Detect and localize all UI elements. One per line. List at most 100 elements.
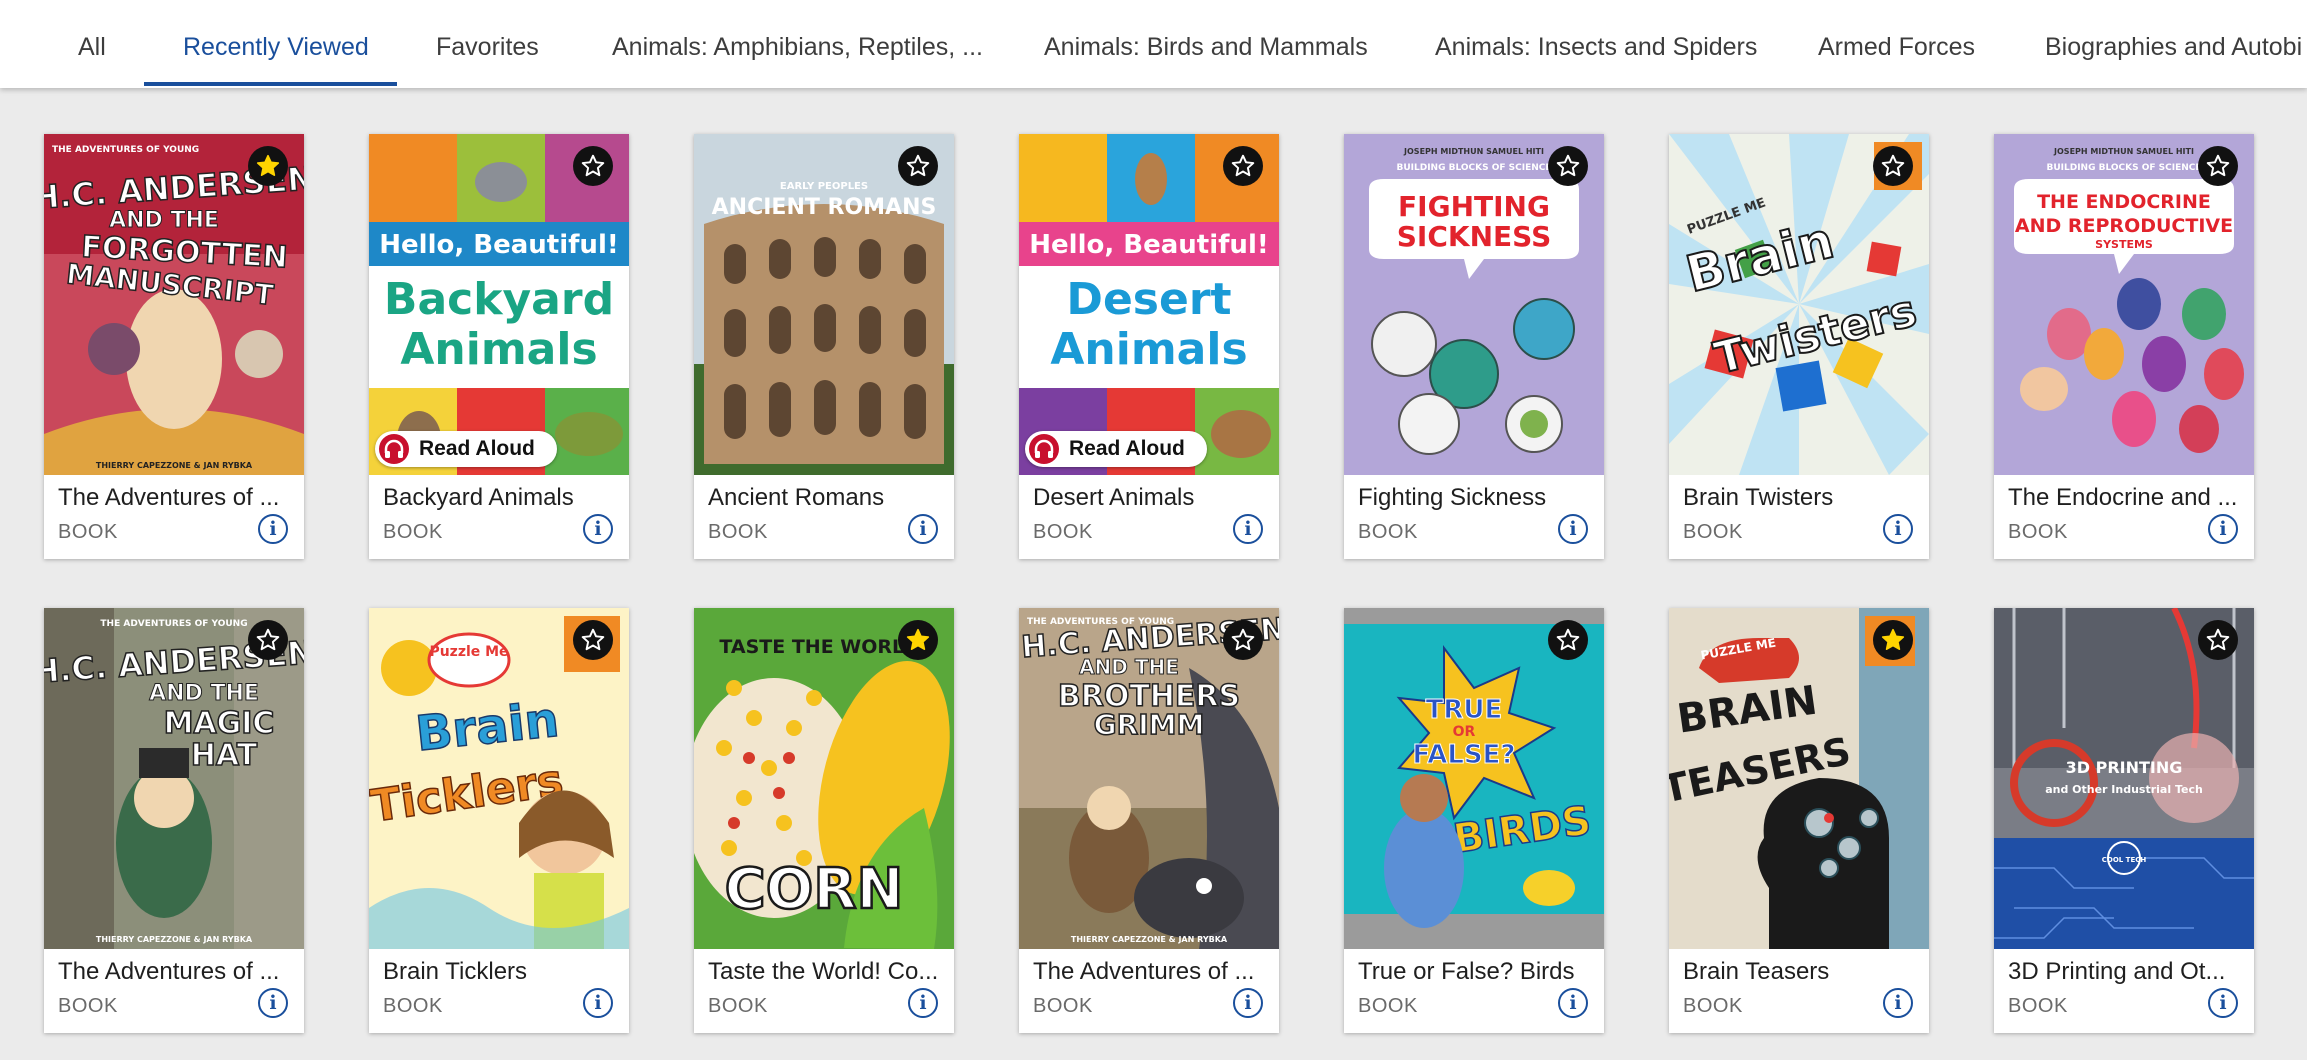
info-icon[interactable]: i [2208,988,2238,1018]
book-type-label: BOOK [1033,521,1093,543]
info-icon[interactable]: i [1558,514,1588,544]
book-card[interactable]: 3D PRINTING and Other Industrial Tech CO… [1994,608,2254,1033]
book-card[interactable]: JOSEPH MIDTHUN SAMUEL HITI BUILDING BLOC… [1994,134,2254,559]
tab-animals-insects-spiders[interactable]: Animals: Insects and Spiders [1435,0,1757,88]
cover-text: AND THE [1079,655,1179,679]
book-card[interactable]: PUZZLE ME BRAIN TEASERS Brain Teasers BO… [1669,608,1929,1033]
book-card[interactable]: THE ADVENTURES OF YOUNG H.C. ANDERSEN AN… [44,134,304,559]
info-icon[interactable]: i [908,988,938,1018]
book-card[interactable]: TASTE THE WORLD! CORN Taste the World! C… [694,608,954,1033]
tab-biographies-autobiographies[interactable]: Biographies and Autobi [2045,0,2302,88]
book-type-label: BOOK [708,995,768,1017]
book-type-label: BOOK [1683,995,1743,1017]
book-type-label: BOOK [383,995,443,1017]
cover-text: HAT [191,738,258,773]
favorite-star-button[interactable] [1223,146,1263,186]
read-aloud-label: Read Aloud [1069,437,1185,460]
book-card[interactable]: THE ADVENTURES OF YOUNG H.C. ANDERSEN AN… [1019,608,1279,1033]
cover-text: SYSTEMS [2095,238,2153,251]
cover-text: Backyard [384,274,614,325]
favorite-star-button[interactable] [898,620,938,660]
book-title: Brain Teasers [1683,958,1830,985]
favorite-star-button[interactable] [1548,620,1588,660]
cover-text: FALSE? [1412,740,1515,770]
favorite-star-button[interactable] [2198,146,2238,186]
book-title: The Endocrine and ... [2008,484,2238,511]
book-title: Brain Ticklers [383,958,528,985]
cover-text: 3D PRINTING [2066,758,2183,777]
favorite-star-button[interactable] [248,620,288,660]
star-filled-icon [1881,628,1905,651]
cover-text: FIGHTING [1398,190,1550,223]
book-type-label: BOOK [2008,995,2068,1017]
book-card[interactable]: TRUE OR FALSE? BIRDS True or False? Bird… [1344,608,1604,1033]
info-icon[interactable]: i [908,514,938,544]
cover-text: Animals [1050,324,1247,375]
cover-text: Desert [1066,274,1231,325]
favorite-star-button[interactable] [2198,620,2238,660]
cover-text: BUILDING BLOCKS OF SCIENCE [2046,163,2201,173]
book-card[interactable]: Hello, Beautiful! Backyard Animals Read … [369,134,629,559]
favorite-star-button[interactable] [573,620,613,660]
info-icon[interactable]: i [583,988,613,1018]
cover-text: SICKNESS [1397,220,1551,253]
info-icon[interactable]: i [583,514,613,544]
cover-text: THIERRY CAPEZZONE & JAN RYBKA [1071,935,1228,944]
cover-text: AND REPRODUCTIVE [2015,215,2233,237]
star-outline-icon [1231,628,1255,651]
info-icon[interactable]: i [1558,988,1588,1018]
book-title: Desert Animals [1033,484,1195,511]
book-title: Ancient Romans [708,484,885,511]
book-title: Brain Twisters [1683,484,1834,511]
info-icon[interactable]: i [1233,988,1263,1018]
info-icon[interactable]: i [1883,988,1913,1018]
favorite-star-button[interactable] [573,146,613,186]
cover-text: GRIMM [1094,708,1205,741]
tab-animals-amphibians-reptiles[interactable]: Animals: Amphibians, Reptiles, ... [612,0,983,88]
book-card[interactable]: Hello, Beautiful! Desert Animals Read Al… [1019,134,1279,559]
cover-text: JOSEPH MIDTHUN SAMUEL HITI [2053,147,2194,156]
star-outline-icon [2206,154,2230,177]
info-icon[interactable]: i [258,988,288,1018]
cover-text: THIERRY CAPEZZONE & JAN RYBKA [96,461,253,470]
tab-all[interactable]: All [78,0,106,88]
tab-recently-viewed[interactable]: Recently Viewed [183,0,369,88]
cover-text: ANCIENT ROMANS [712,195,937,220]
book-type-label: BOOK [1033,995,1093,1017]
book-card[interactable]: Puzzle Me Brain Ticklers Brain Ticklers … [369,608,629,1033]
read-aloud-button[interactable]: Read Aloud [1025,431,1207,467]
favorite-star-button[interactable] [1548,146,1588,186]
cover-text: AND THE [109,208,219,233]
book-type-label: BOOK [1358,995,1418,1017]
favorite-star-button[interactable] [1873,620,1913,660]
cover-text: COOL TECH [2102,856,2147,864]
info-icon[interactable]: i [258,514,288,544]
favorite-star-button[interactable] [898,146,938,186]
favorite-star-button[interactable] [248,146,288,186]
cover-text: and Other Industrial Tech [2045,783,2203,796]
star-outline-icon [256,628,280,651]
tab-animals-birds-mammals[interactable]: Animals: Birds and Mammals [1044,0,1368,88]
tab-favorites[interactable]: Favorites [436,0,539,88]
book-card[interactable]: JOSEPH MIDTHUN SAMUEL HITI BUILDING BLOC… [1344,134,1604,559]
star-outline-icon [581,628,605,651]
book-card[interactable]: THE ADVENTURES OF YOUNG H.C. ANDERSEN AN… [44,608,304,1033]
book-type-label: BOOK [58,995,118,1017]
info-icon[interactable]: i [2208,514,2238,544]
book-card[interactable]: PUZZLE ME Brain Twisters Brain Twisters … [1669,134,1929,559]
info-icon[interactable]: i [1233,514,1263,544]
cover-text: OR [1453,724,1476,740]
read-aloud-label: Read Aloud [419,437,535,460]
info-icon[interactable]: i [1883,514,1913,544]
favorite-star-button[interactable] [1223,620,1263,660]
favorite-star-button[interactable] [1873,146,1913,186]
read-aloud-button[interactable]: Read Aloud [375,431,557,467]
tab-armed-forces[interactable]: Armed Forces [1818,0,1975,88]
book-type-label: BOOK [2008,521,2068,543]
headphones-icon [1029,434,1059,464]
book-card[interactable]: EARLY PEOPLES ANCIENT ROMANS Ancient Rom… [694,134,954,559]
star-outline-icon [1231,154,1255,177]
star-filled-icon [906,628,930,651]
book-title: Fighting Sickness [1358,484,1547,511]
cover-text: AND THE [149,681,259,706]
